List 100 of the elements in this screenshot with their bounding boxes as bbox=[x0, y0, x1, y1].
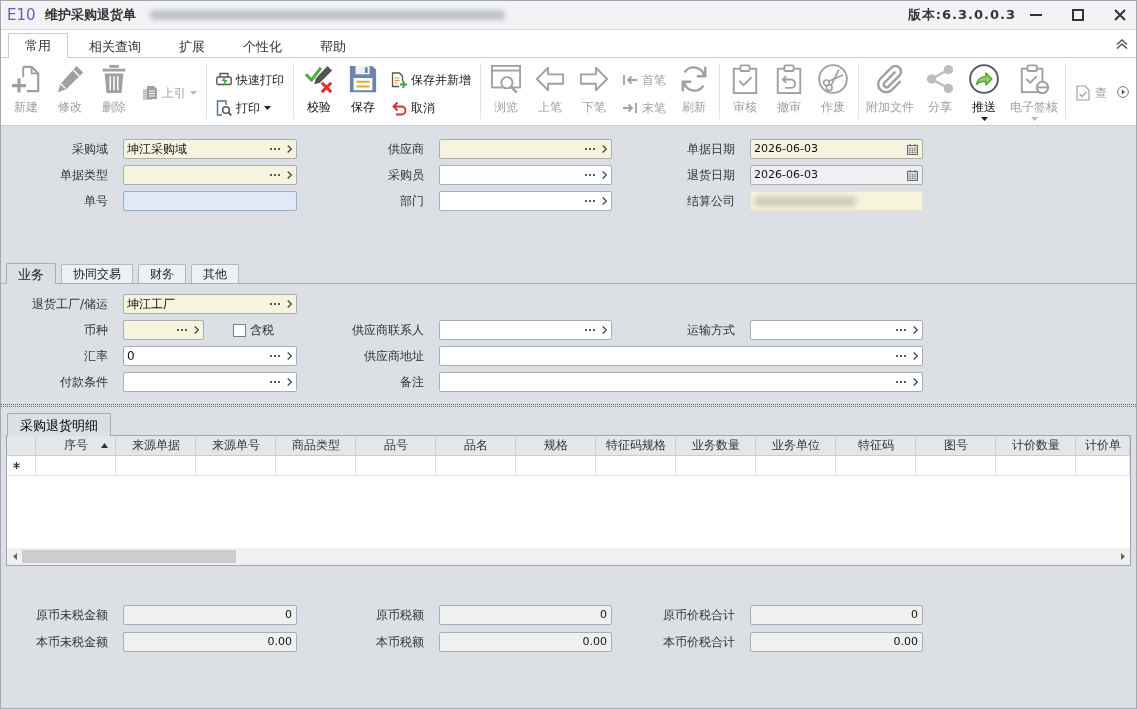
chevron-right-icon[interactable] bbox=[602, 171, 607, 179]
chevron-right-icon[interactable] bbox=[602, 145, 607, 153]
chevron-right-icon[interactable] bbox=[287, 171, 292, 179]
column-header[interactable]: 业务数量 bbox=[676, 436, 756, 456]
field-label: 本币税额 bbox=[375, 634, 424, 650]
input-field[interactable]: 坤江工厂 bbox=[123, 294, 297, 314]
column-header[interactable]: 图号 bbox=[916, 436, 996, 456]
input-field[interactable]: 0.00 bbox=[750, 632, 923, 652]
input-field[interactable] bbox=[123, 320, 204, 340]
input-field[interactable] bbox=[123, 165, 297, 185]
tab[interactable]: 其他 bbox=[191, 264, 239, 283]
ribbon-tab[interactable]: 扩展 bbox=[162, 34, 222, 58]
ribbon-tab[interactable]: 常用 bbox=[8, 33, 68, 58]
input-field[interactable] bbox=[123, 372, 297, 392]
tab[interactable]: 财务 bbox=[138, 264, 186, 283]
field-label: 供应商地址 bbox=[363, 348, 424, 364]
input-field[interactable]: 0 bbox=[123, 346, 297, 366]
date-field[interactable]: 2026-06-03 bbox=[750, 165, 923, 185]
calendar-icon[interactable] bbox=[907, 169, 918, 181]
field-label: 原币税额 bbox=[375, 607, 424, 623]
field-label: 单号 bbox=[83, 193, 108, 209]
field-label: 采购员 bbox=[387, 167, 424, 183]
tab[interactable]: 采购退货明细 bbox=[7, 413, 111, 436]
input-field[interactable] bbox=[439, 346, 923, 366]
chevron-right-icon[interactable] bbox=[913, 378, 918, 386]
chevron-right-icon[interactable] bbox=[287, 145, 292, 153]
window-title: 维护采购退货单 bbox=[44, 7, 136, 23]
tab[interactable]: 业务 bbox=[6, 263, 56, 284]
caret-icon[interactable] bbox=[264, 106, 271, 110]
field-label: 单据类型 bbox=[59, 167, 108, 183]
field-label: 本币未税金额 bbox=[35, 634, 108, 650]
column-header[interactable]: 计价单 bbox=[1076, 436, 1130, 456]
input-field[interactable] bbox=[439, 191, 612, 211]
chevron-right-icon[interactable] bbox=[913, 326, 918, 334]
column-header[interactable]: 序号 bbox=[36, 436, 116, 456]
chevron-right-icon[interactable] bbox=[287, 378, 292, 386]
input-field[interactable]: 0.00 bbox=[123, 632, 297, 652]
undo-arrow-icon bbox=[391, 100, 407, 116]
toolbar-button[interactable]: 取消 bbox=[385, 98, 477, 118]
scrollbar-thumb[interactable] bbox=[22, 550, 236, 563]
caret-icon[interactable] bbox=[980, 117, 988, 121]
field-label: 原币未税金额 bbox=[35, 607, 108, 623]
maximize-icon[interactable] bbox=[1072, 9, 1084, 21]
clipboard-check-icon bbox=[730, 64, 760, 94]
toolbar-button[interactable]: 打印 bbox=[210, 98, 290, 118]
toolbar-button[interactable]: 校验 bbox=[297, 63, 341, 119]
column-header[interactable]: 品名 bbox=[436, 436, 516, 456]
chevron-right-icon[interactable] bbox=[287, 300, 292, 308]
check-pencil-icon bbox=[304, 64, 334, 94]
asterisk-icon bbox=[13, 462, 20, 469]
column-header[interactable]: 商品类型 bbox=[276, 436, 356, 456]
horizontal-scrollbar[interactable] bbox=[7, 548, 1130, 565]
chevron-right-icon[interactable] bbox=[194, 326, 199, 334]
chevron-right-icon[interactable] bbox=[287, 352, 292, 360]
toolbar-button[interactable]: 快速打印 bbox=[210, 70, 290, 90]
calendar-icon[interactable] bbox=[907, 143, 918, 155]
column-header[interactable]: 业务单位 bbox=[756, 436, 836, 456]
scroll-right-icon[interactable] bbox=[1121, 553, 1125, 560]
field-label: 付款条件 bbox=[59, 374, 108, 390]
field-label: 运输方式 bbox=[686, 322, 735, 338]
input-field[interactable]: 0.00 bbox=[439, 632, 612, 652]
chevron-right-icon[interactable] bbox=[602, 197, 607, 205]
tab[interactable]: 协同交易 bbox=[61, 264, 133, 283]
chevron-right-icon[interactable] bbox=[602, 326, 607, 334]
document-search-icon bbox=[216, 100, 232, 116]
ribbon-tab[interactable]: 帮助 bbox=[303, 34, 363, 58]
column-header[interactable]: 品号 bbox=[356, 436, 436, 456]
scroll-left-icon[interactable] bbox=[13, 553, 17, 560]
input-field[interactable] bbox=[439, 372, 923, 392]
toolbar-button[interactable]: 保存 bbox=[341, 63, 385, 119]
toolbar-button[interactable]: 保存并新增 bbox=[385, 70, 477, 90]
column-header[interactable]: 规格 bbox=[516, 436, 596, 456]
ribbon-tab[interactable]: 个性化 bbox=[226, 34, 299, 58]
double-chevron-up-icon[interactable] bbox=[1116, 38, 1128, 49]
input-field[interactable]: 0 bbox=[123, 605, 297, 625]
close-icon[interactable] bbox=[1114, 9, 1126, 21]
input-field[interactable]: 0 bbox=[439, 605, 612, 625]
clipboard-undo-icon bbox=[774, 64, 804, 94]
input-field[interactable]: 0 bbox=[750, 605, 923, 625]
toolbar-button[interactable]: 推送 bbox=[962, 63, 1006, 119]
input-field[interactable] bbox=[439, 139, 612, 159]
input-field[interactable] bbox=[439, 320, 612, 340]
arrow-circle-icon bbox=[969, 64, 999, 94]
input-field[interactable] bbox=[750, 320, 923, 340]
chevron-right-icon[interactable] bbox=[913, 352, 918, 360]
app-logo: E10 bbox=[7, 6, 36, 24]
ribbon-tab[interactable]: 相关查询 bbox=[72, 34, 158, 58]
bar-arrow-left-icon bbox=[622, 72, 638, 88]
column-header[interactable]: 来源单据 bbox=[116, 436, 196, 456]
scroll-right-icon[interactable] bbox=[1117, 85, 1129, 98]
checkbox[interactable] bbox=[233, 323, 246, 337]
input-field[interactable] bbox=[439, 165, 612, 185]
input-field[interactable] bbox=[123, 191, 297, 211]
date-field[interactable]: 2026-06-03 bbox=[750, 139, 923, 159]
column-header[interactable]: 特征码规格 bbox=[596, 436, 676, 456]
input-field[interactable]: 坤江采购域 bbox=[123, 139, 297, 159]
column-header[interactable]: 来源单号 bbox=[196, 436, 276, 456]
column-header[interactable]: 特征码 bbox=[836, 436, 916, 456]
field-label: 本币价税合计 bbox=[662, 634, 735, 650]
column-header[interactable]: 计价数量 bbox=[996, 436, 1076, 456]
